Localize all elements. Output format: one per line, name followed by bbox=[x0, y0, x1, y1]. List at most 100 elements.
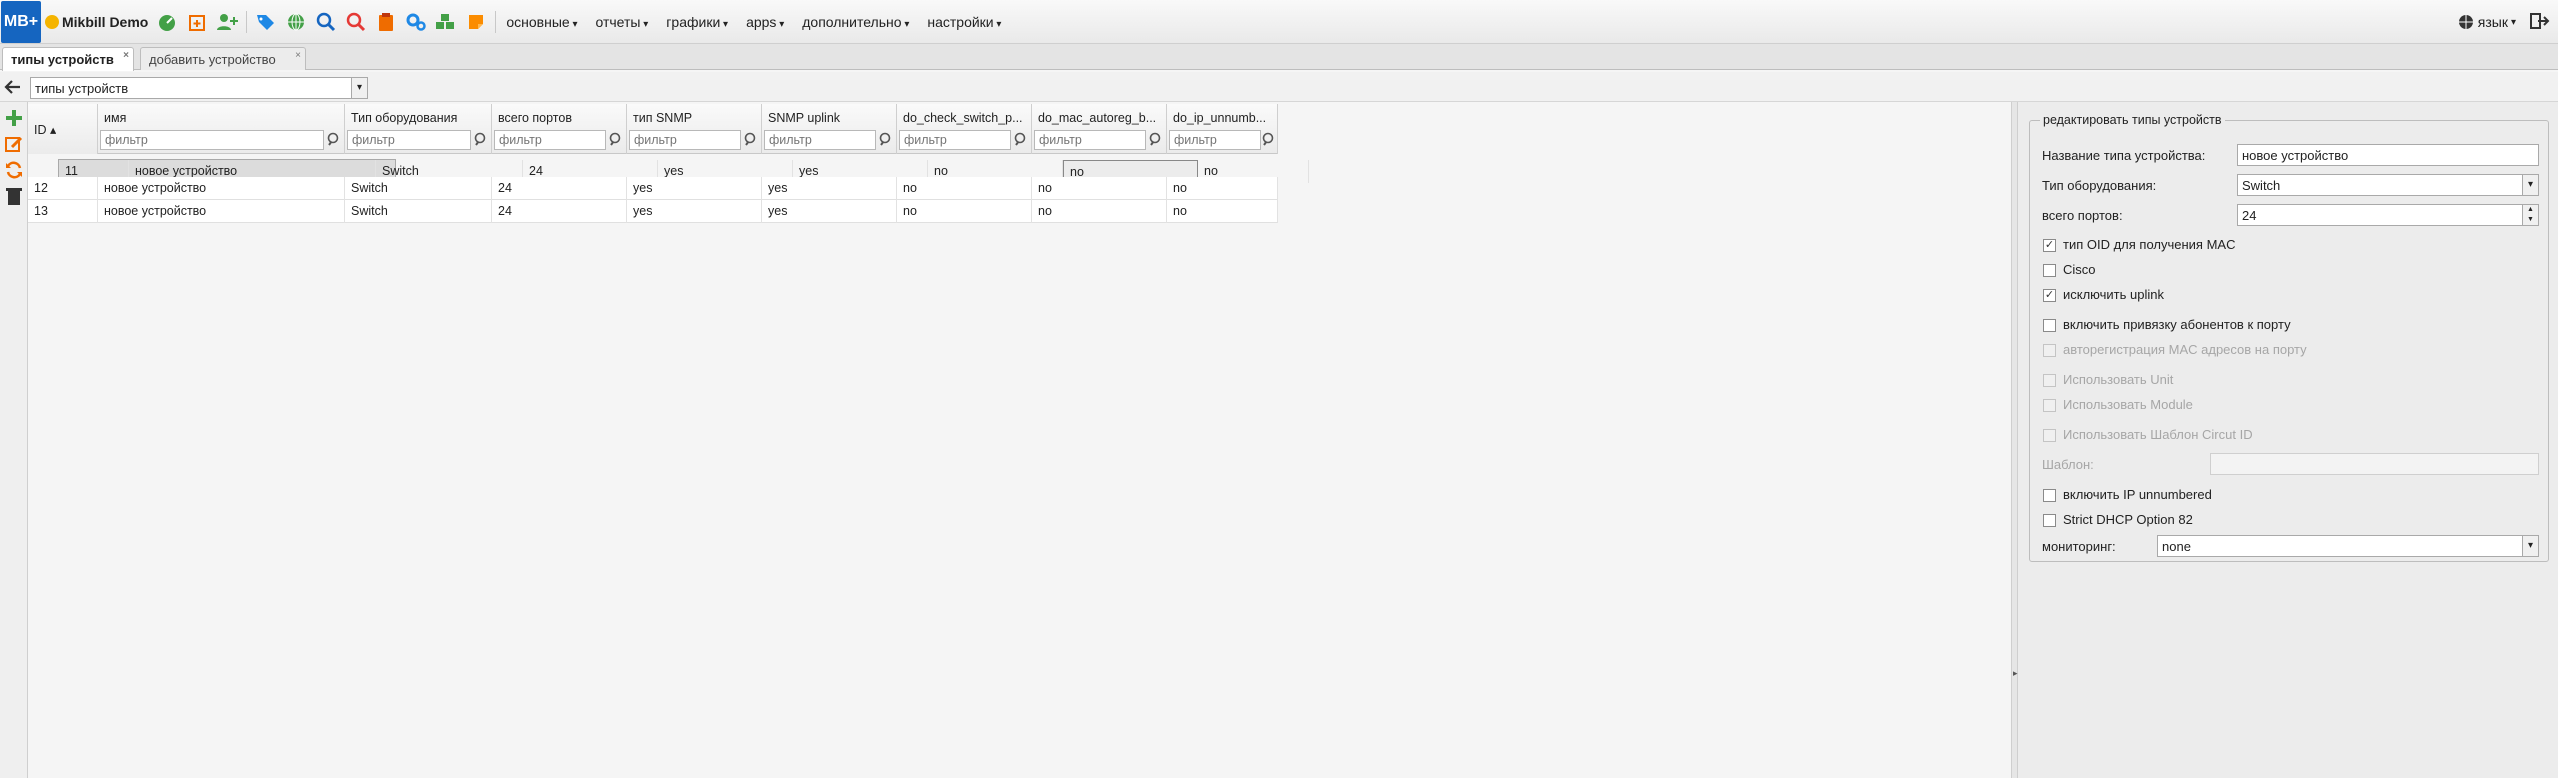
tags-icon[interactable] bbox=[255, 11, 277, 33]
column-header-id[interactable]: ID ▴ bbox=[28, 104, 98, 154]
edit-panel: редактировать типы устройств Название ти… bbox=[2018, 102, 2558, 778]
edit-icon[interactable] bbox=[4, 134, 24, 154]
checkbox-strict-dhcp[interactable] bbox=[2043, 514, 2056, 527]
filter-input[interactable] bbox=[100, 130, 324, 150]
search-icon[interactable] bbox=[608, 132, 624, 148]
cell-name: новое устройство bbox=[98, 200, 345, 223]
section-select[interactable]: типы устройств ▾ bbox=[30, 77, 368, 99]
logout-icon[interactable] bbox=[2530, 12, 2550, 33]
table-row[interactable]: 13 новое устройство Switch 24 yes yes no… bbox=[28, 200, 1278, 223]
tab-label: добавить устройство bbox=[149, 52, 276, 67]
template-label: Шаблон: bbox=[2042, 457, 2094, 472]
column-header-ports[interactable]: всего портов bbox=[492, 104, 627, 154]
add-user-icon[interactable] bbox=[216, 11, 239, 33]
close-icon[interactable]: × bbox=[295, 50, 301, 61]
checkbox-label: включить IP unnumbered bbox=[2063, 487, 2212, 502]
app-logo[interactable]: MB+ bbox=[1, 0, 41, 43]
cell-ports: 24 bbox=[492, 200, 627, 223]
column-header-check-switch[interactable]: do_check_switch_p... bbox=[897, 104, 1032, 154]
tab-device-types[interactable]: типы устройств × bbox=[2, 47, 134, 71]
search-icon[interactable] bbox=[473, 132, 489, 148]
filter-input[interactable] bbox=[764, 130, 876, 150]
checkbox-label: авторегистрация MAC адресов на порту bbox=[2063, 342, 2307, 357]
checkbox-label: Использовать Шаблон Circut ID bbox=[2063, 427, 2253, 442]
add-icon[interactable] bbox=[4, 108, 24, 128]
ports-stepper[interactable]: 24 ▲ ▼ bbox=[2237, 204, 2539, 226]
cell-hwtype: Switch bbox=[345, 177, 492, 200]
search-icon[interactable] bbox=[1148, 132, 1164, 148]
checkbox-cisco[interactable] bbox=[2043, 264, 2056, 277]
name-label: Название типа устройства: bbox=[2042, 148, 2206, 163]
gears-icon[interactable] bbox=[405, 11, 427, 33]
checkbox-ip-unnumbered[interactable] bbox=[2043, 489, 2056, 502]
filter-input[interactable] bbox=[1169, 130, 1261, 150]
search-icon[interactable] bbox=[878, 132, 894, 148]
monitoring-value: none bbox=[2162, 539, 2191, 554]
section-select-value: типы устройств bbox=[35, 81, 129, 96]
search-icon[interactable] bbox=[743, 132, 759, 148]
close-icon[interactable]: × bbox=[123, 50, 129, 61]
menu-main[interactable]: основные bbox=[506, 14, 577, 30]
cell-ip-unnumbered: no bbox=[1167, 177, 1278, 200]
menu-settings[interactable]: настройки bbox=[927, 14, 1001, 30]
menu-reports[interactable]: отчеты bbox=[596, 14, 649, 30]
spinner-icon[interactable]: ▲ ▼ bbox=[2522, 205, 2538, 225]
fieldset-legend: редактировать типы устройств bbox=[2040, 113, 2225, 127]
filter-input[interactable] bbox=[494, 130, 606, 150]
checkbox-mac-oid[interactable]: ✓ bbox=[2043, 239, 2056, 252]
search-icon[interactable] bbox=[326, 132, 342, 148]
collapse-handle-icon[interactable]: ▸ bbox=[2013, 668, 2018, 679]
cell-snmp-type: yes bbox=[627, 177, 762, 200]
calendar-add-icon[interactable] bbox=[186, 11, 208, 33]
globe-icon bbox=[2458, 15, 2473, 29]
trash-icon[interactable] bbox=[4, 186, 24, 206]
tab-add-device[interactable]: добавить устройство × bbox=[140, 47, 306, 70]
clipboard-icon[interactable] bbox=[375, 11, 397, 33]
panel-splitter[interactable]: ▸ bbox=[2011, 102, 2018, 778]
checkbox-bind-port[interactable] bbox=[2043, 319, 2056, 332]
cell-name: новое устройство bbox=[98, 177, 345, 200]
name-input[interactable]: новое устройство bbox=[2237, 144, 2539, 166]
language-menu[interactable]: язык bbox=[2458, 14, 2516, 30]
hwtype-select[interactable]: Switch ▾ bbox=[2237, 174, 2539, 196]
top-right: язык bbox=[2458, 0, 2550, 44]
chevron-down-icon[interactable]: ▾ bbox=[2522, 536, 2538, 556]
filter-input[interactable] bbox=[347, 130, 471, 150]
ports-label: всего портов: bbox=[2042, 208, 2123, 223]
brand[interactable]: Mikbill Demo bbox=[45, 14, 148, 30]
column-header-snmp-type[interactable]: тип SNMP bbox=[627, 104, 762, 154]
globe-icon[interactable] bbox=[285, 11, 307, 33]
menu-additional[interactable]: дополнительно bbox=[802, 14, 909, 30]
checkbox-label: включить привязку абонентов к порту bbox=[2063, 317, 2291, 332]
filter-input[interactable] bbox=[629, 130, 741, 150]
chevron-down-icon[interactable]: ▾ bbox=[2522, 175, 2538, 195]
checkbox-mac-autoreg bbox=[2043, 344, 2056, 357]
search-icon[interactable] bbox=[1261, 132, 1277, 148]
menu-apps[interactable]: apps bbox=[746, 14, 784, 30]
dashboard-icon[interactable] bbox=[156, 11, 178, 33]
search-icon[interactable] bbox=[315, 11, 337, 33]
hwtype-value: Switch bbox=[2242, 178, 2281, 193]
column-header-name[interactable]: имя bbox=[98, 104, 345, 154]
filter-input[interactable] bbox=[899, 130, 1011, 150]
checkbox-exclude-uplink[interactable]: ✓ bbox=[2043, 289, 2056, 302]
column-header-hwtype[interactable]: Тип оборудования bbox=[345, 104, 492, 154]
cell-snmp-uplink: yes bbox=[762, 177, 897, 200]
menu-charts[interactable]: графики bbox=[666, 14, 728, 30]
column-header-mac-autoreg[interactable]: do_mac_autoreg_b... bbox=[1032, 104, 1167, 154]
cell-id: 12 bbox=[28, 177, 98, 200]
table-row[interactable]: 12 новое устройство Switch 24 yes yes no… bbox=[28, 177, 1278, 200]
search-icon[interactable] bbox=[1013, 132, 1029, 148]
cubes-icon[interactable] bbox=[435, 11, 457, 33]
cell-check-switch: no bbox=[897, 177, 1032, 200]
filter-input[interactable] bbox=[1034, 130, 1146, 150]
refresh-icon[interactable] bbox=[4, 160, 24, 180]
back-arrow-icon[interactable] bbox=[4, 78, 22, 96]
monitoring-select[interactable]: none ▾ bbox=[2157, 535, 2539, 557]
search-red-icon[interactable] bbox=[345, 11, 367, 33]
column-header-ip-unnumbered[interactable]: do_ip_unnumb... bbox=[1167, 104, 1278, 154]
column-header-snmp-uplink[interactable]: SNMP uplink bbox=[762, 104, 897, 154]
chevron-down-icon[interactable]: ▾ bbox=[351, 78, 367, 98]
note-icon[interactable] bbox=[465, 11, 487, 33]
cell-snmp-type: yes bbox=[627, 200, 762, 223]
